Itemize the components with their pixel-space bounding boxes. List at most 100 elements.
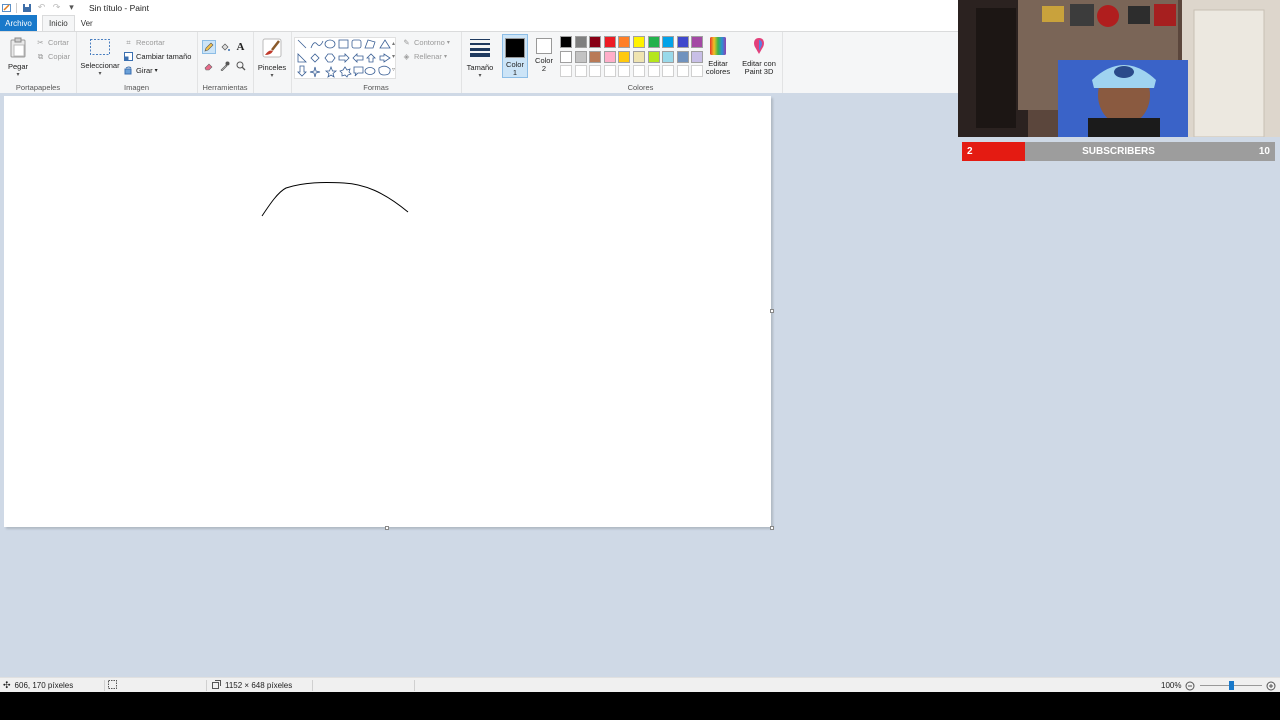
- resize-button[interactable]: Cambiar tamaño: [124, 52, 191, 61]
- color-picker-tool[interactable]: [218, 59, 231, 72]
- color1-swatch: [505, 38, 525, 58]
- zoom-slider[interactable]: [1200, 678, 1262, 693]
- status-divider: [206, 680, 207, 691]
- paste-label: Pegar: [7, 62, 28, 71]
- palette-swatch[interactable]: [560, 36, 572, 48]
- palette-swatch[interactable]: [618, 50, 631, 63]
- workspace[interactable]: [0, 93, 1280, 677]
- canvas-resize-handle-bottom[interactable]: [385, 526, 389, 530]
- rotate-icon: [124, 66, 133, 75]
- crop-button[interactable]: ⌗ Recortar: [124, 38, 164, 48]
- copy-button[interactable]: ⧉ Copiar: [36, 51, 70, 62]
- customize-quick-access-icon[interactable]: ▾: [66, 2, 77, 13]
- rotate-button[interactable]: Girar ▾: [124, 66, 158, 75]
- colors-group-label: Colores: [627, 83, 654, 92]
- palette-swatch[interactable]: [647, 50, 660, 63]
- brushes-button[interactable]: Pinceles ▾: [255, 37, 289, 80]
- edit-with-paint3d-button[interactable]: Editar con Paint 3D: [737, 36, 781, 76]
- custom-color-slot[interactable]: [662, 65, 675, 78]
- palette-swatch[interactable]: [618, 36, 631, 48]
- zoom-out-button[interactable]: [1185, 678, 1195, 693]
- custom-color-slot[interactable]: [676, 65, 689, 78]
- palette-swatch[interactable]: [574, 50, 587, 63]
- eraser-icon: [204, 63, 212, 70]
- palette-swatch[interactable]: [603, 36, 616, 48]
- size-dropdown-icon: ▾: [478, 73, 482, 79]
- shapes-group-label: Formas: [363, 83, 389, 92]
- canvas-resize-handle-right[interactable]: [770, 309, 774, 313]
- redo-icon[interactable]: ↷: [51, 2, 62, 13]
- zoom-in-button[interactable]: [1266, 678, 1276, 693]
- select-dropdown-icon[interactable]: ▾: [98, 70, 101, 78]
- fill-button[interactable]: ◈ Rellenar ▾: [402, 52, 447, 61]
- palette-swatch[interactable]: [691, 36, 704, 48]
- scissors-icon: ✂: [37, 38, 44, 47]
- tab-file[interactable]: Archivo: [0, 15, 37, 31]
- tools-group-label: Herramientas: [202, 83, 248, 92]
- copy-icon: ⧉: [37, 51, 44, 61]
- custom-color-slot[interactable]: [633, 65, 645, 78]
- tools-group: A Herramientas: [197, 32, 254, 93]
- custom-color-slot[interactable]: [647, 65, 660, 78]
- undo-icon[interactable]: ↶: [36, 2, 47, 13]
- custom-color-slot[interactable]: [574, 65, 587, 78]
- palette-swatch[interactable]: [560, 50, 572, 63]
- shapes-gallery-icons: [297, 39, 391, 78]
- fill-label: Rellenar: [414, 52, 442, 61]
- palette-swatch[interactable]: [662, 50, 675, 63]
- eraser-tool[interactable]: [202, 59, 215, 72]
- save-icon[interactable]: [21, 2, 32, 13]
- select-button[interactable]: Seleccionar ▾: [80, 38, 120, 78]
- palette-swatch[interactable]: [603, 50, 616, 63]
- outline-button[interactable]: ✎ Contorno ▾: [402, 38, 450, 47]
- shapes-scroll[interactable]: ▴ ▾ ▿: [392, 38, 395, 77]
- size-label: Tamaño: [466, 63, 494, 72]
- subscriber-goal: 10: [1258, 146, 1270, 157]
- color1-selector[interactable]: Color 1: [502, 34, 528, 78]
- palette-swatch[interactable]: [633, 36, 645, 48]
- clipboard-icon: [8, 37, 28, 61]
- image-group-label: Imagen: [123, 83, 150, 92]
- brush-icon: [261, 37, 283, 61]
- custom-color-slot[interactable]: [603, 65, 616, 78]
- palette-swatch[interactable]: [676, 50, 689, 63]
- palette-swatch[interactable]: [676, 36, 689, 48]
- custom-color-slot[interactable]: [618, 65, 631, 78]
- palette-swatch[interactable]: [589, 36, 602, 48]
- palette-swatch[interactable]: [647, 36, 660, 48]
- zoom-in-icon: [1266, 681, 1276, 690]
- palette-swatch[interactable]: [691, 50, 704, 63]
- zoom-slider-thumb[interactable]: [1228, 681, 1234, 690]
- paste-button[interactable]: Pegar ▾: [6, 37, 30, 79]
- custom-color-slot[interactable]: [589, 65, 602, 78]
- zoom-out-icon: [1185, 681, 1195, 690]
- fill-dropdown-icon: ▾: [443, 54, 447, 60]
- palette-swatch[interactable]: [633, 50, 645, 63]
- text-tool[interactable]: A: [234, 40, 247, 53]
- canvas-resize-handle-corner[interactable]: [770, 526, 774, 530]
- pencil-tool[interactable]: [202, 40, 216, 54]
- subscriber-label: SUBSCRIBERS: [1082, 146, 1155, 157]
- palette-swatch[interactable]: [589, 50, 602, 63]
- paste-dropdown-icon[interactable]: ▾: [16, 71, 19, 79]
- colors-group: Color 1 Color 2 Editar colores Editar co…: [499, 32, 783, 93]
- edit-colors-button[interactable]: Editar colores: [703, 36, 733, 76]
- cut-label: Cortar: [48, 38, 69, 47]
- color2-selector[interactable]: Color 2: [531, 38, 557, 73]
- tab-view[interactable]: Ver: [75, 15, 99, 31]
- palette-swatch[interactable]: [574, 36, 587, 48]
- shapes-gallery[interactable]: [294, 37, 396, 79]
- tab-home[interactable]: Inicio: [42, 15, 75, 31]
- palette-swatch[interactable]: [662, 36, 675, 48]
- outline-dropdown-icon: ▾: [446, 40, 450, 46]
- ribbon: Pegar ▾ ✂ Cortar ⧉ Copiar Portapapeles S…: [0, 31, 958, 94]
- drawing-canvas[interactable]: [4, 96, 771, 527]
- select-label: Seleccionar: [80, 61, 120, 70]
- custom-color-slot[interactable]: [691, 65, 704, 78]
- cut-button[interactable]: ✂ Cortar: [36, 38, 69, 47]
- fill-tool[interactable]: [218, 40, 231, 53]
- custom-color-slot[interactable]: [560, 65, 572, 78]
- size-button[interactable]: Tamaño ▾: [465, 38, 495, 80]
- magnifier-tool[interactable]: [234, 59, 247, 72]
- crosshair-icon: ✣: [3, 680, 11, 690]
